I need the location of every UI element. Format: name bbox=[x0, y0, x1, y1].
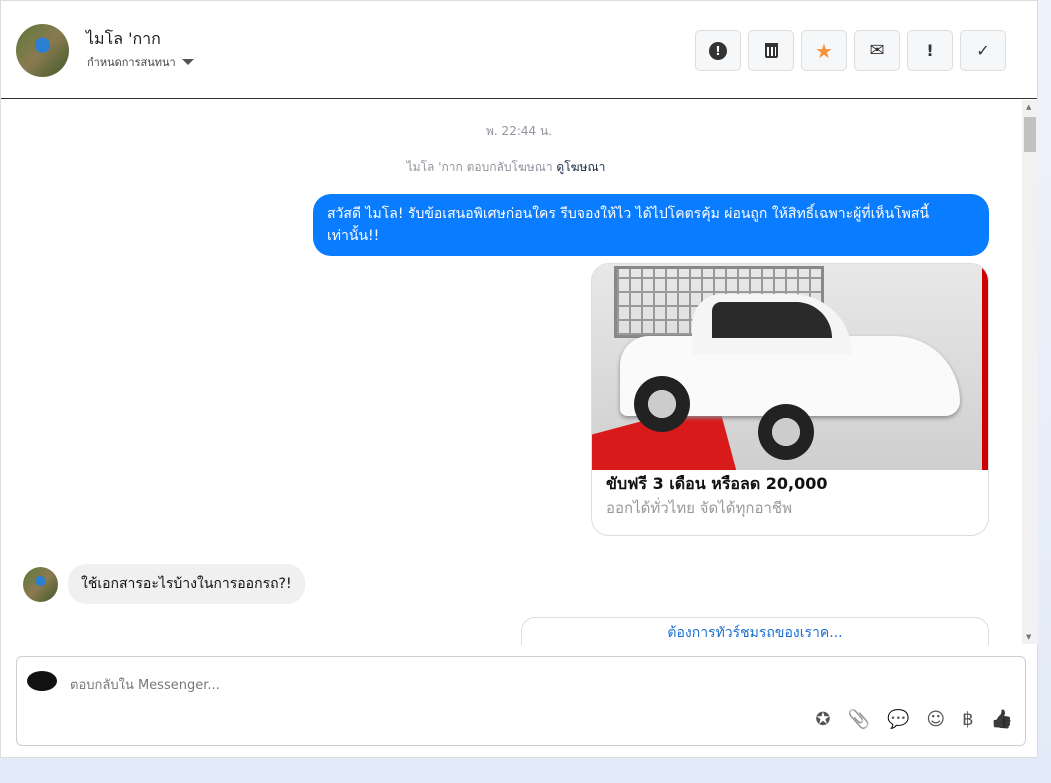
contact-name[interactable]: ไมโล 'กาก bbox=[86, 27, 161, 52]
spam-button[interactable]: ! bbox=[695, 30, 741, 71]
caret-down-icon bbox=[181, 59, 194, 65]
composer-toolbar: ✪ 📎 💬 ☺ ฿ 👍 bbox=[815, 709, 1013, 730]
page-avatar bbox=[27, 671, 57, 691]
reply-composer[interactable]: ตอบกลับใน Messenger... ✪ 📎 💬 ☺ ฿ 👍 bbox=[16, 656, 1026, 746]
exclamation-icon: ! bbox=[926, 41, 934, 60]
view-ad-link[interactable]: ดูโฆษณา bbox=[556, 160, 605, 174]
scroll-up-icon[interactable]: ▲ bbox=[1026, 103, 1031, 111]
attachment-icon[interactable]: 📎 bbox=[848, 709, 870, 730]
incoming-message: ใช้เอกสารอะไรบ้างในการออกรถ?! bbox=[68, 564, 305, 604]
check-icon: ✓ bbox=[976, 41, 990, 60]
conversation-settings-dropdown[interactable]: กำหนดการสนทนา bbox=[87, 53, 194, 71]
timestamp: พ. 22:44 น. bbox=[486, 124, 552, 138]
ad-card[interactable]: ขับฟรี 3 เดือน หรือลด 20,000 ออกได้ทั่วไ… bbox=[591, 263, 989, 536]
message-thread: พ. 22:44 น. ไมโล 'กาก ตอบกลับโฆษณา ดูโฆษ… bbox=[1, 100, 1021, 645]
car-image bbox=[592, 264, 988, 470]
scroll-down-icon[interactable]: ▼ bbox=[1026, 633, 1031, 641]
scrollbar-thumb[interactable] bbox=[1024, 117, 1036, 152]
important-button[interactable]: ! bbox=[907, 30, 953, 71]
chat-icon[interactable]: 💬 bbox=[887, 709, 909, 730]
delete-button[interactable] bbox=[748, 30, 794, 71]
saved-reply-icon[interactable]: ✪ bbox=[815, 709, 830, 730]
sender-avatar bbox=[23, 566, 58, 602]
outgoing-message: สวัสดี ไมโล! รับข้อเสนอพิเศษก่อนใคร รีบจ… bbox=[313, 194, 989, 256]
contact-avatar[interactable] bbox=[16, 24, 69, 77]
scrollbar[interactable]: ▲ ▼ bbox=[1022, 100, 1038, 644]
envelope-icon: ✉ bbox=[869, 40, 885, 61]
thumbs-up-icon[interactable]: 👍 bbox=[991, 709, 1013, 730]
ad-card-title: ขับฟรี 3 เดือน หรือลด 20,000 bbox=[606, 474, 828, 493]
trash-icon bbox=[764, 43, 778, 58]
emoji-icon[interactable]: ☺ bbox=[926, 709, 945, 730]
ad-card-description: ออกได้ทั่วไทย จัดได้ทุกอาชีพ bbox=[606, 499, 792, 517]
incoming-message-row: ใช้เอกสารอะไรบ้างในการออกรถ?! bbox=[23, 564, 305, 604]
conversation-panel: ไมโล 'กาก กำหนดการสนทนา ! ★ ✉ ! ✓ พ. 22:… bbox=[0, 0, 1038, 758]
reply-input-placeholder[interactable]: ตอบกลับใน Messenger... bbox=[70, 674, 220, 695]
star-button[interactable]: ★ bbox=[801, 30, 847, 71]
done-button[interactable]: ✓ bbox=[960, 30, 1006, 71]
alert-circle-icon: ! bbox=[709, 41, 727, 60]
star-icon: ★ bbox=[815, 38, 833, 63]
conversation-settings-label: กำหนดการสนทนา bbox=[87, 56, 176, 69]
baht-icon[interactable]: ฿ bbox=[962, 709, 973, 730]
ad-reply-note: ไมโล 'กาก ตอบกลับโฆษณา ดูโฆษณา bbox=[1, 158, 1011, 177]
conversation-header: ไมโล 'กาก กำหนดการสนทนา ! ★ ✉ ! ✓ bbox=[1, 1, 1037, 99]
quick-reply-button[interactable]: ต้องการทัวร์ชมรถของเราค... bbox=[521, 617, 989, 645]
mark-unread-button[interactable]: ✉ bbox=[854, 30, 900, 71]
action-toolbar: ! ★ ✉ ! ✓ bbox=[695, 30, 1006, 71]
ad-reply-text: ไมโล 'กาก ตอบกลับโฆษณา bbox=[406, 160, 553, 174]
